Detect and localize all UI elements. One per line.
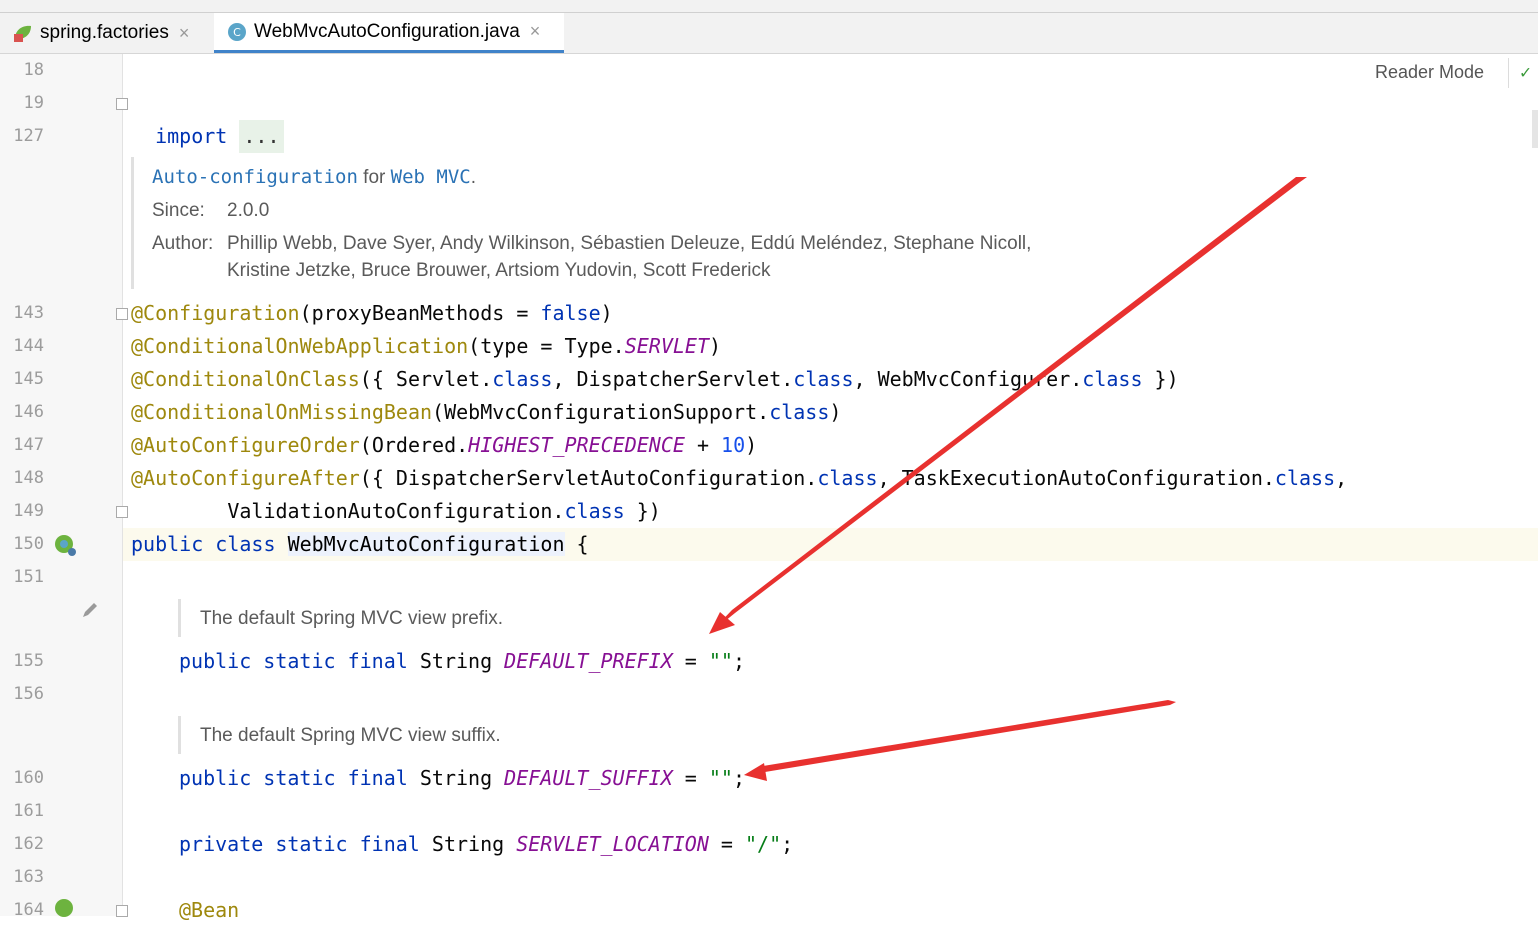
annotation-arrow — [709, 177, 1307, 634]
annotation-arrow — [744, 700, 1176, 775]
annotation-arrows — [709, 177, 1307, 781]
scrollbar-thumb[interactable] — [1532, 110, 1538, 148]
annotation-arrowhead — [744, 763, 767, 781]
